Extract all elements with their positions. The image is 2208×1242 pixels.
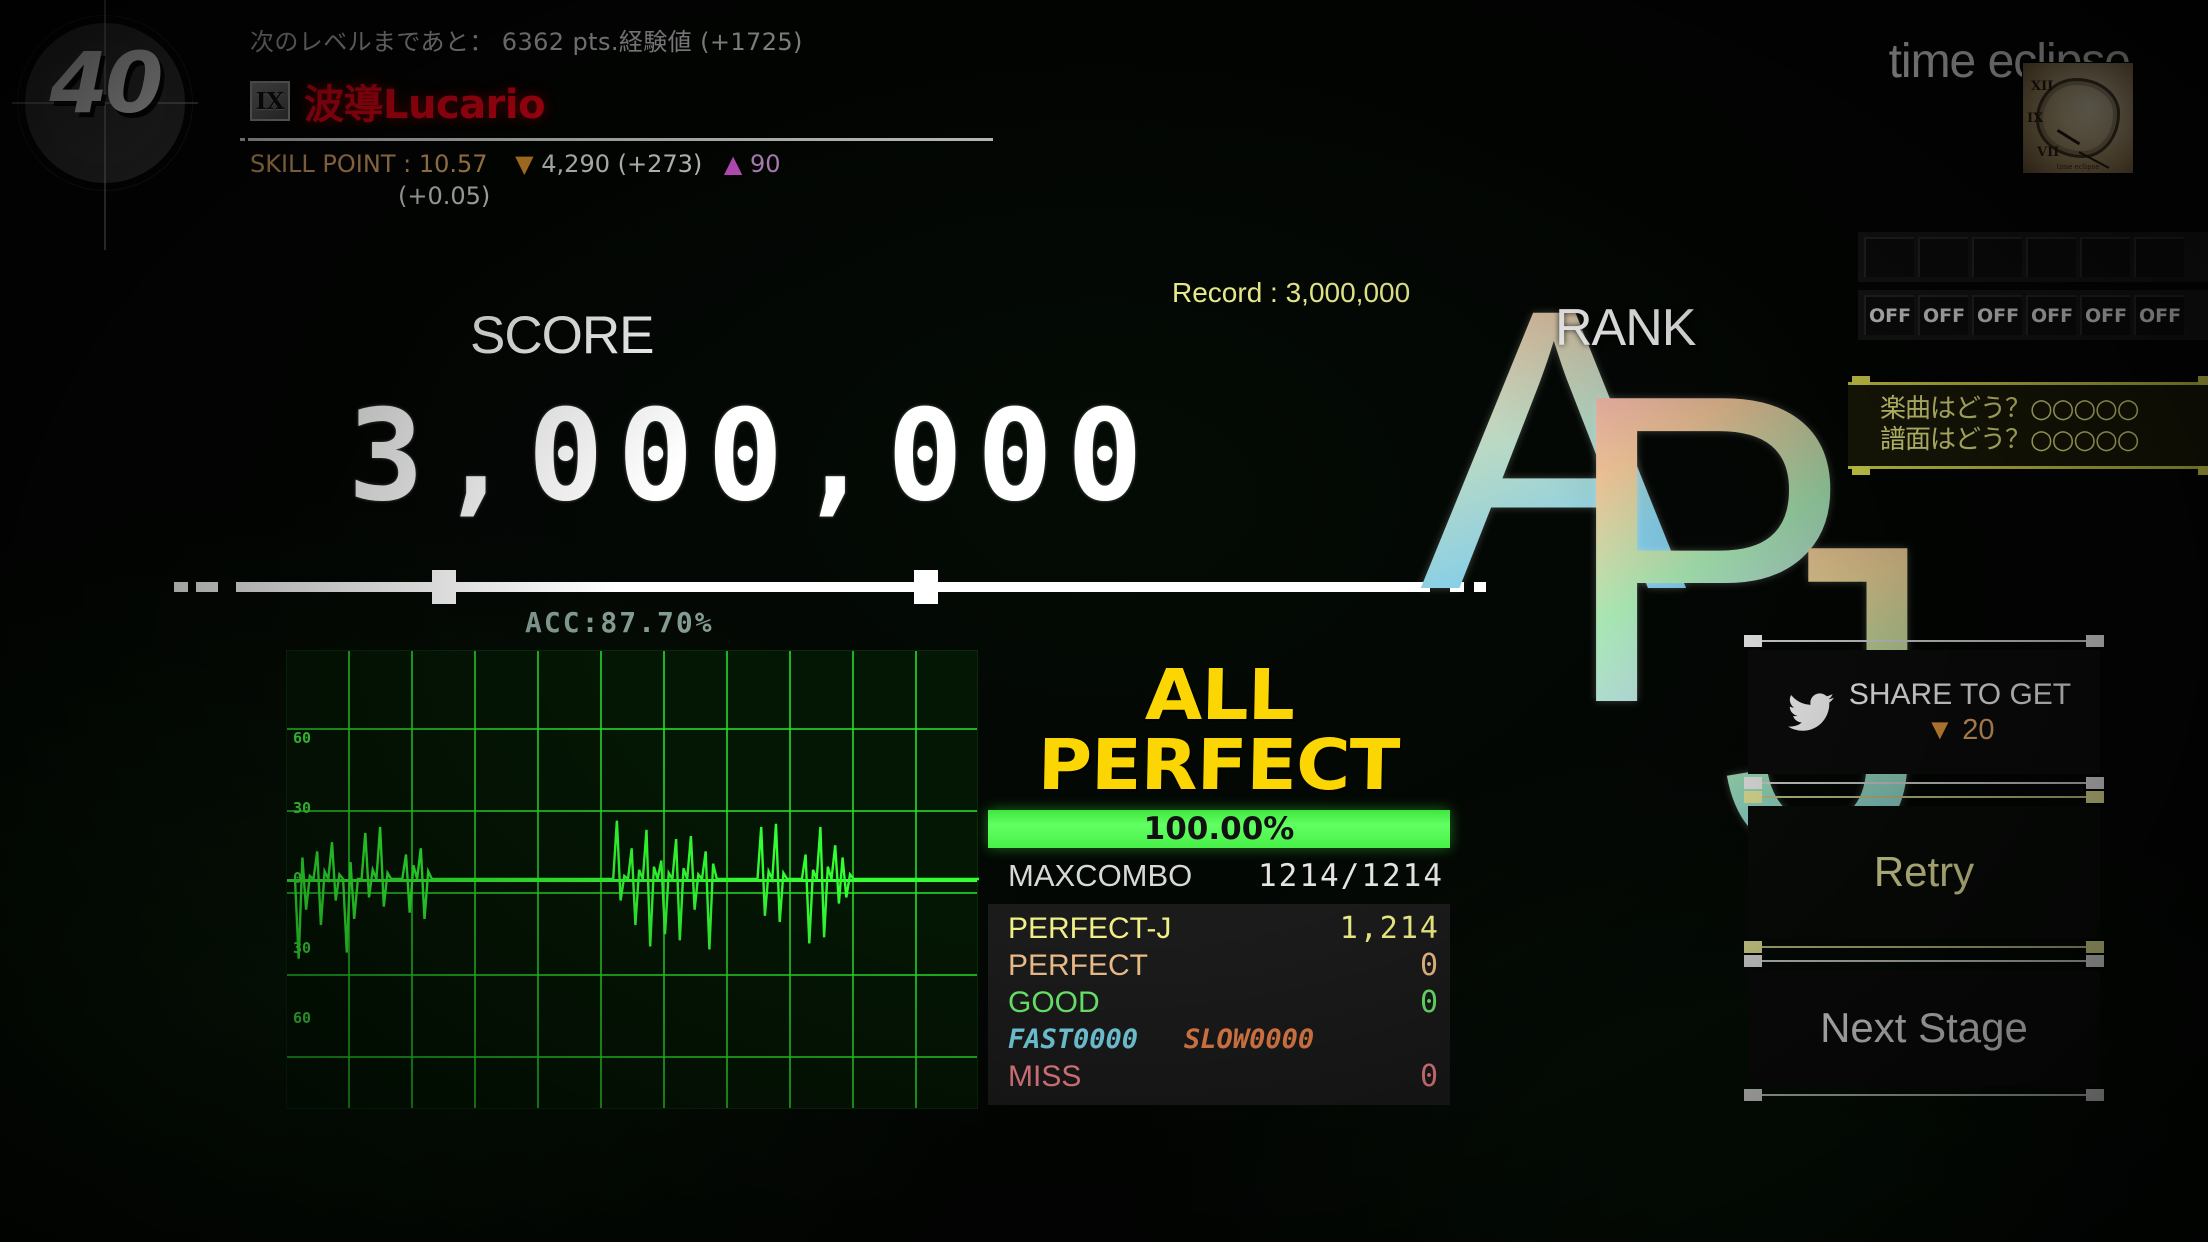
share-nub-bl (1744, 777, 1762, 789)
judgement-label: MISS (1008, 1060, 1082, 1093)
share-reward-value: 20 (1962, 713, 1995, 746)
fast-slow-row: FAST0000 SLOW0000 (988, 1021, 1450, 1058)
player-level-number: 40 (49, 34, 164, 132)
record-text: Record : 3,000,000 (1172, 277, 1411, 308)
share-down-arrow-icon: ▼ (1925, 713, 1955, 746)
next-stage-button[interactable]: Next Stage (1744, 955, 2104, 1101)
judgement-value: 0 (1419, 985, 1440, 1020)
judgement-value: 0 (1419, 1059, 1440, 1094)
retry-nub-bl (1744, 941, 1762, 953)
modifier-slot-bottom-6[interactable]: OFF (2134, 295, 2184, 335)
album-jacket: XII IX VII time eclipse (2022, 62, 2134, 174)
next-nub-br (2086, 1089, 2104, 1101)
skill-point-row: SKILL POINT : 10.57 ▼ 4,290 (+273) ▲ 90 (250, 150, 781, 178)
modifier-slot-bottom-5[interactable]: OFF (2080, 295, 2130, 335)
judgement-value: 0 (1419, 948, 1440, 983)
share-reward: ▼ 20 (1849, 714, 2071, 747)
share-label: SHARE TO GET (1848, 677, 2072, 711)
score-bar-cap-left-outer (174, 582, 188, 592)
next-nub-tr (2086, 955, 2104, 967)
modifier-slot-top-5[interactable] (2080, 237, 2130, 277)
twitter-bird-icon (1787, 693, 1834, 731)
up-arrow-icon: ▲ (723, 150, 743, 178)
up-value: 90 (750, 150, 781, 178)
down-value: 4,290 (+273) (541, 150, 703, 178)
jacket-numeral-ix: IX (2027, 111, 2044, 126)
next-edge-bottom (1762, 1094, 2086, 1096)
modifier-slot-top-3[interactable] (1972, 237, 2022, 277)
retry-edge-bottom (1762, 946, 2086, 948)
maxcombo-row: MAXCOMBO 1214/1214 (988, 848, 1450, 904)
retry-nub-tr (2086, 791, 2104, 803)
jacket-caption: time eclipse (2056, 163, 2100, 171)
next-nub-tl (1744, 955, 1762, 967)
modifier-slot-top-4[interactable] (2026, 237, 2076, 277)
score-progress-bar (174, 570, 1486, 604)
jacket-numeral-xii: XII (2031, 79, 2054, 94)
survey-corner-br (2198, 466, 2208, 476)
share-button[interactable]: SHARE TO GET ▼ 20 (1744, 635, 2104, 789)
next-stage-label: Next Stage (1820, 1004, 2028, 1051)
judgement-list: PERFECT-J 1,214 PERFECT 0 GOOD 0 FAST000… (988, 904, 1450, 1105)
score-bar-cap-left-inner (196, 582, 218, 592)
score-bar-tick-1 (432, 570, 456, 604)
maxcombo-value: 1214/1214 (1258, 858, 1444, 894)
jacket-numeral-vii: VII (2037, 145, 2060, 160)
survey-corner-tr (2198, 376, 2208, 385)
player-name-row: IX 波導Lucario (250, 72, 546, 130)
retry-nub-tl (1744, 791, 1762, 803)
judgement-row-good: GOOD 0 (988, 984, 1450, 1021)
score-label: SCORE (470, 306, 654, 365)
experience-text: 次のレベルまであと： 6362 pts.経験値 (+1725) (250, 28, 803, 56)
graph-waveform (293, 820, 979, 959)
header-divider (240, 138, 993, 141)
share-edge-top (1762, 640, 2086, 642)
song-info: time eclipse ちょろ* Tier 4 XII IX VII time… (1889, 38, 2134, 176)
share-nub-tl (1744, 635, 1762, 647)
share-edge-bottom (1762, 782, 2086, 784)
result-screen: 40 次のレベルまであと： 6362 pts.経験値 (+1725) IX 波導… (0, 0, 2208, 1242)
retry-edge-top (1762, 796, 2086, 798)
share-nub-tr (2086, 635, 2104, 647)
retry-label: Retry (1873, 848, 1975, 895)
accuracy-text: ACC:87.70% (525, 606, 714, 639)
score-bar-tick-2 (914, 570, 938, 604)
skill-point-label: SKILL POINT : 10.57 (250, 150, 488, 178)
judgement-label: GOOD (1008, 986, 1100, 1019)
judgement-label: PERFECT-J (1008, 912, 1172, 945)
modifier-slot-bottom-4[interactable]: OFF (2026, 295, 2076, 335)
next-edge-top (1762, 960, 2086, 962)
rank-label: RANK (1555, 299, 1696, 357)
down-arrow-icon: ▼ (515, 150, 534, 178)
all-perfect-banner: ALL PERFECT (1036, 654, 1400, 806)
timing-deviation-graph: 60 30 0 30 60 (286, 650, 979, 1109)
modifier-slot-top-6[interactable] (2134, 237, 2184, 277)
judgement-value: 1,214 (1339, 911, 1440, 946)
maxcombo-label: MAXCOMBO (1008, 858, 1193, 893)
judgement-row-perfect: PERFECT 0 (988, 947, 1450, 984)
difficulty-badge: IX (250, 81, 290, 121)
player-level-badge: 40 (12, 0, 198, 250)
judgement-label: PERFECT (1008, 949, 1149, 982)
fast-count: FAST0000 (1008, 1024, 1139, 1055)
modifier-slot-bottom-3[interactable]: OFF (1972, 295, 2022, 335)
action-buttons: SHARE TO GET ▼ 20 Retry Next Stage (1744, 635, 2104, 1101)
skill-point-delta: (+0.05) (398, 182, 491, 210)
share-nub-br (2086, 777, 2104, 789)
judgement-row-perfect-j: PERFECT-J 1,214 (988, 910, 1450, 947)
accuracy-percent-bar: 100.00% (988, 810, 1450, 848)
judgement-panel: ALL PERFECT 100.00% MAXCOMBO 1214/1214 P… (988, 654, 1450, 1105)
retry-button[interactable]: Retry (1744, 791, 2104, 953)
player-name: 波導Lucario (304, 82, 546, 128)
judgement-row-miss: MISS 0 (988, 1058, 1450, 1095)
retry-nub-br (2086, 941, 2104, 953)
score-value: 3,000,000 (348, 382, 1157, 529)
next-nub-bl (1744, 1089, 1762, 1101)
slow-count: SLOW0000 (1184, 1024, 1315, 1055)
